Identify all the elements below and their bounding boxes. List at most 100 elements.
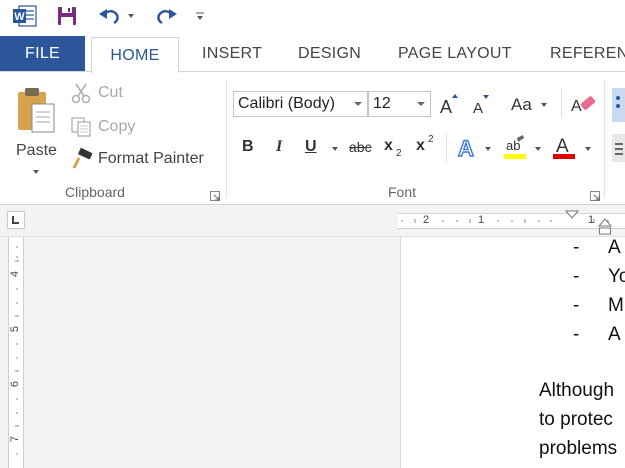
paragraph-line: to protec [539,409,613,430]
word-icon[interactable]: W [12,4,38,28]
bullet-text: A [608,237,621,258]
format-painter-label: Format Painter [98,150,204,167]
subscript-button[interactable]: x 2 [381,134,407,162]
text-highlight-button[interactable]: ab [503,134,545,162]
change-case-button[interactable]: Aa [509,93,553,117]
save-icon[interactable] [55,4,79,28]
tab-insert[interactable]: INSERT [202,36,262,72]
font-color-button[interactable]: A [552,134,596,162]
chevron-down-icon [541,103,547,107]
ribbon-tabs: FILE HOME INSERT DESIGN PAGE LAYOUT REFE… [0,36,625,73]
superscript-label: x [416,137,425,154]
clipboard-dialog-launcher-icon[interactable] [210,188,220,201]
ruler-number: 1 [588,214,595,226]
highlighter-icon: ab [504,135,526,159]
svg-text:W: W [14,11,25,23]
indent-marker-icon [564,210,580,219]
strikethrough-button[interactable]: abc [347,134,377,162]
undo-icon[interactable] [96,4,124,28]
svg-text:A: A [571,98,582,115]
bullet-text: M [608,295,624,316]
copy-label: Copy [98,118,136,135]
chevron-down-icon [354,102,362,106]
group-divider [561,88,562,118]
italic-button[interactable]: I [268,134,292,162]
text-effects-icon: A [457,135,474,160]
tab-references[interactable]: REFERENC [550,36,625,72]
cut-button[interactable]: Cut [70,82,140,106]
format-painter-button[interactable]: Format Painter [70,148,220,172]
ribbon: Paste Cut Copy Format Painter Clipboard [0,71,625,205]
quick-access-toolbar: W [0,0,625,36]
font-size-value: 12 [373,95,391,112]
ruler-number: 1 [478,214,485,226]
shrink-font-button[interactable]: A [470,92,492,117]
horizontal-ruler-strip[interactable]: 2 1 1 [398,213,625,229]
svg-text:A: A [458,136,474,160]
tab-page-layout[interactable]: PAGE LAYOUT [398,36,512,72]
tab-design[interactable]: DESIGN [298,36,361,72]
ruler-number: 6 [9,380,22,388]
chevron-down-icon [535,147,541,151]
first-line-indent-marker[interactable] [564,207,580,219]
svg-text:A: A [473,100,483,116]
left-tab-icon [12,216,19,224]
ruler-number: 2 [423,214,430,226]
grow-font-icon: A [440,94,458,117]
scissors-icon [71,83,91,104]
tab-home[interactable]: HOME [91,37,179,73]
clear-formatting-button[interactable]: A [570,91,598,117]
font-color-icon: A [553,136,575,159]
paste-icon [18,88,55,133]
font-size-combo[interactable]: 12 [368,91,431,117]
shrink-font-icon: A [473,95,489,117]
svg-text:A: A [440,97,452,116]
paragraph-line: problems [539,438,618,459]
bullet-dash: - [573,324,580,345]
bullet-dash: - [573,237,580,258]
clipboard-group-label: Clipboard [65,184,125,200]
bold-button[interactable]: B [236,134,260,162]
undo-dropdown-icon[interactable] [128,14,134,18]
underline-button[interactable]: U [300,134,340,162]
tab-selector-button[interactable] [7,211,25,229]
document-page[interactable]: - A - Yo - M - A Although to protec prob… [400,237,625,468]
align-left-button-edge[interactable] [612,134,625,162]
styles-gallery-edge[interactable] [612,88,625,122]
bullet-text: Yo [608,266,625,287]
ruler-number: 7 [9,435,22,443]
chevron-down-icon [585,147,591,151]
subscript-sub: 2 [396,148,402,159]
font-name-value: Calibri (Body) [238,95,335,112]
paste-button[interactable]: Paste [12,80,62,180]
superscript-button[interactable]: x 2 [413,134,439,162]
chevron-down-icon [417,102,425,106]
format-painter-icon [72,148,93,169]
text-effects-button[interactable]: A [455,134,497,162]
copy-button[interactable]: Copy [70,116,150,140]
bullet-text: A [608,324,621,345]
superscript-sup: 2 [428,134,434,145]
customize-qat-icon[interactable] [193,4,207,28]
group-divider [446,134,447,162]
tab-file[interactable]: FILE [0,36,85,72]
font-group-label: Font [388,184,417,200]
redo-icon[interactable] [152,4,180,28]
clear-formatting-icon: A [571,96,596,115]
svg-text:A: A [556,136,569,157]
vertical-ruler-strip[interactable]: 4 5 6 7 [8,237,24,468]
strikethrough-label: abc [349,139,372,155]
font-dialog-launcher-icon[interactable] [590,188,600,201]
bold-label: B [242,138,254,155]
bullet-dash: - [573,295,580,316]
group-divider [604,80,605,198]
ruler-number: 4 [9,270,22,278]
chevron-down-icon [332,147,338,151]
font-name-combo[interactable]: Calibri (Body) [233,91,368,117]
paste-label: Paste [16,142,57,159]
underline-label: U [305,138,317,155]
paste-dropdown-icon[interactable] [33,170,39,174]
bullet-dash: - [573,266,580,287]
grow-font-button[interactable]: A [438,92,460,117]
ruler-number: 5 [9,325,22,333]
